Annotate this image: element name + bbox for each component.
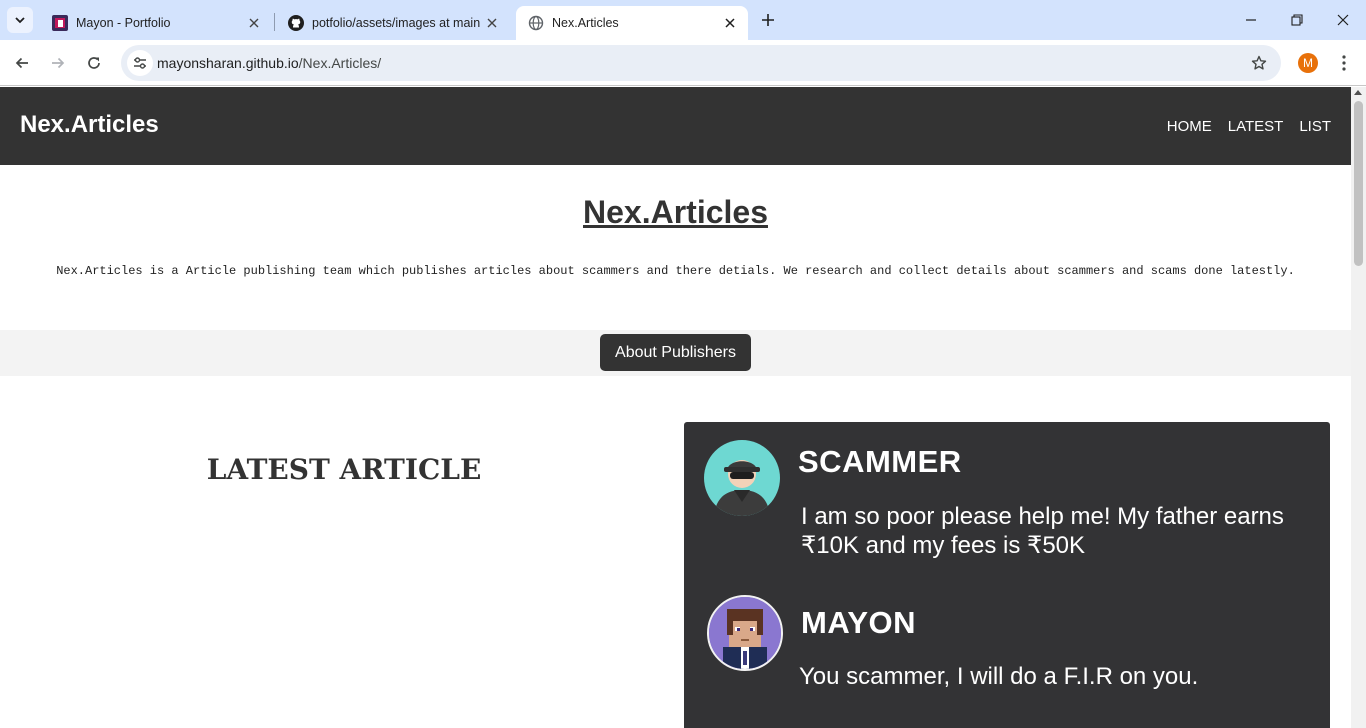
url-text[interactable]: mayonsharan.github.io/Nex.Articles/ bbox=[157, 55, 381, 71]
minimize-icon bbox=[1246, 19, 1256, 21]
bookmark-star-button[interactable] bbox=[1249, 53, 1269, 73]
site-brand[interactable]: Nex.Articles bbox=[20, 111, 159, 139]
portfolio-favicon-icon bbox=[52, 15, 68, 31]
browser-menu-button[interactable] bbox=[1334, 50, 1354, 76]
back-button[interactable] bbox=[7, 48, 37, 78]
close-tab-icon[interactable] bbox=[484, 15, 500, 31]
close-icon bbox=[1337, 14, 1349, 26]
tab-nex-articles[interactable]: Nex.Articles bbox=[516, 6, 748, 40]
scroll-up-arrow-icon[interactable] bbox=[1354, 90, 1362, 95]
tab-github-assets[interactable]: potfolio/assets/images at main bbox=[276, 6, 510, 40]
minimize-button[interactable] bbox=[1228, 0, 1274, 40]
nav-latest-link[interactable]: LATEST bbox=[1228, 118, 1284, 135]
github-icon bbox=[288, 15, 304, 31]
site-header: Nex.Articles HOME LATEST LIST bbox=[0, 87, 1351, 165]
arrow-left-icon bbox=[15, 57, 28, 69]
forward-button[interactable] bbox=[43, 48, 73, 78]
arrow-right-icon bbox=[52, 57, 65, 69]
star-icon bbox=[1251, 55, 1267, 70]
latest-article-image[interactable]: SCAMMER I am so poor please help me! My … bbox=[684, 422, 1330, 728]
tab-title: Nex.Articles bbox=[552, 16, 619, 30]
profile-avatar[interactable]: M bbox=[1298, 53, 1318, 73]
page-viewport: Nex.Articles HOME LATEST LIST Nex.Articl… bbox=[0, 87, 1351, 728]
more-vert-icon bbox=[1342, 55, 1346, 71]
page-scrollbar[interactable] bbox=[1351, 87, 1366, 728]
close-window-button[interactable] bbox=[1320, 0, 1366, 40]
chevron-down-icon bbox=[15, 17, 25, 24]
nav-list-link[interactable]: LIST bbox=[1299, 118, 1331, 135]
tab-separator bbox=[274, 13, 275, 31]
latest-article-heading: LATEST ARTICLE bbox=[206, 453, 482, 486]
hero-title: Nex.Articles bbox=[583, 194, 768, 230]
chat-message-scammer: I am so poor please help me! My father e… bbox=[801, 503, 1284, 559]
tab-title: Mayon - Portfolio bbox=[76, 16, 171, 30]
tab-mayon-portfolio[interactable]: Mayon - Portfolio bbox=[40, 6, 272, 40]
tune-icon bbox=[134, 57, 146, 69]
browser-toolbar: mayonsharan.github.io/Nex.Articles/ M bbox=[0, 40, 1366, 86]
close-tab-icon[interactable] bbox=[246, 15, 262, 31]
site-nav: HOME LATEST LIST bbox=[1167, 118, 1331, 135]
about-publishers-button[interactable]: About Publishers bbox=[600, 334, 751, 371]
scroll-thumb[interactable] bbox=[1354, 101, 1363, 266]
tab-search-button[interactable] bbox=[7, 7, 33, 33]
publishers-band: About Publishers bbox=[0, 330, 1351, 376]
site-info-button[interactable] bbox=[127, 50, 153, 76]
chat-message-mayon: You scammer, I will do a F.I.R on you. bbox=[799, 663, 1199, 690]
reload-icon bbox=[88, 57, 100, 69]
new-tab-button[interactable] bbox=[756, 8, 780, 32]
close-tab-icon[interactable] bbox=[722, 15, 738, 31]
restore-icon bbox=[1291, 14, 1303, 26]
reload-button[interactable] bbox=[79, 48, 109, 78]
tab-title: potfolio/assets/images at main bbox=[312, 16, 481, 30]
url-host: mayonsharan.github.io bbox=[157, 55, 299, 71]
hero-description: Nex.Articles is a Article publishing tea… bbox=[56, 264, 1295, 278]
url-path: /Nex.Articles/ bbox=[298, 55, 382, 71]
chat-name-mayon: MAYON bbox=[801, 605, 917, 640]
globe-icon bbox=[528, 15, 544, 31]
nav-home-link[interactable]: HOME bbox=[1167, 118, 1212, 135]
chat-name-scammer: SCAMMER bbox=[798, 444, 962, 479]
address-bar[interactable]: mayonsharan.github.io/Nex.Articles/ bbox=[121, 45, 1281, 81]
plus-icon bbox=[762, 14, 774, 26]
mayon-avatar bbox=[707, 595, 783, 671]
scammer-avatar bbox=[704, 440, 780, 516]
tab-strip: Mayon - Portfolio potfolio/assets/images… bbox=[0, 0, 1366, 40]
restore-button[interactable] bbox=[1274, 0, 1320, 40]
